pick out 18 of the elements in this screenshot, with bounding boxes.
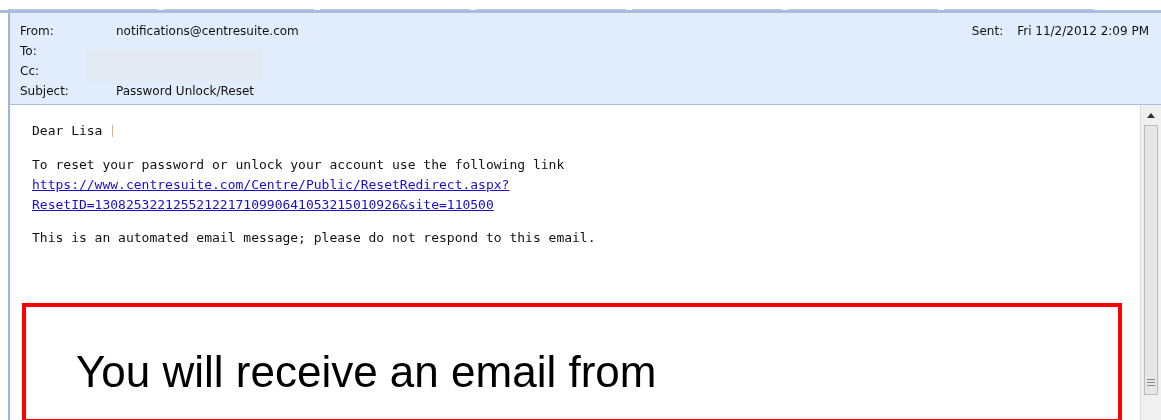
text-cursor bbox=[112, 125, 114, 137]
body-text: To reset your password or unlock your account use the following link bbox=[32, 155, 565, 174]
sent-label: Sent: bbox=[971, 24, 1004, 38]
field-value: Password Unlock/Reset bbox=[116, 84, 255, 98]
reset-link[interactable]: ResetID=130825322125521221710990641053215010926&site=110500 bbox=[32, 194, 494, 215]
scroll-up-icon[interactable] bbox=[1146, 111, 1156, 119]
body-text: This is an automated email message; please do not respond to this email. bbox=[32, 229, 596, 248]
field-value: notifications@centresuite.com bbox=[116, 24, 299, 38]
scrollbar[interactable] bbox=[1140, 105, 1161, 420]
scroll-thumb[interactable] bbox=[1144, 125, 1158, 395]
field-label: From: bbox=[20, 24, 55, 38]
callout-text: You will receive an email from bbox=[76, 346, 657, 396]
field-label: To: bbox=[20, 44, 38, 58]
greeting-text: Dear Lisa bbox=[32, 122, 103, 140]
field-label: Cc: bbox=[20, 64, 41, 78]
field-label: Subject: bbox=[20, 84, 70, 98]
reset-link[interactable]: https://www.centresuite.com/Centre/Public/ResetRedirect.aspx? bbox=[32, 174, 510, 195]
sent-value: Fri 11/2/2012 2:09 PM bbox=[1017, 24, 1149, 38]
